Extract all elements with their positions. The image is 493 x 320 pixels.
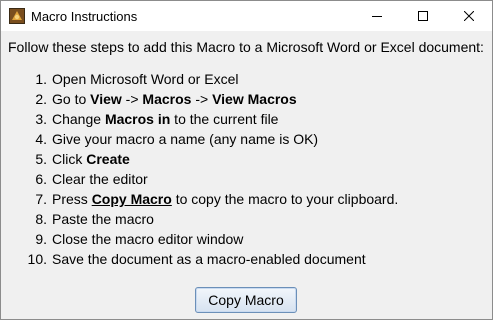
step-number: 4. bbox=[35, 131, 47, 147]
step-text-segment: Press bbox=[52, 191, 92, 207]
step-number: 2. bbox=[35, 91, 47, 107]
step-text-segment: Clear the editor bbox=[52, 171, 148, 187]
title-bar[interactable]: Macro Instructions bbox=[1, 1, 492, 31]
copy-macro-button[interactable]: Copy Macro bbox=[195, 287, 297, 313]
step-emphasis: View bbox=[90, 91, 122, 107]
step-item: 6. Clear the editor bbox=[1, 169, 398, 189]
step-number: 5. bbox=[35, 151, 47, 167]
step-text-segment: to the current file bbox=[170, 111, 279, 127]
step-number: 9. bbox=[35, 231, 47, 247]
step-item: 4. Give your macro a name (any name is OK… bbox=[1, 129, 398, 149]
step-text-segment: Go to bbox=[52, 91, 91, 107]
maximize-button[interactable] bbox=[400, 1, 446, 31]
window-title: Macro Instructions bbox=[31, 8, 138, 24]
step-text: Open Microsoft Word or Excel bbox=[52, 69, 238, 89]
step-text: Change Macros in to the current file bbox=[52, 109, 278, 129]
step-text-segment: Save the document as a macro-enabled doc… bbox=[52, 251, 366, 267]
step-text-segment: Click bbox=[52, 151, 87, 167]
maximize-icon bbox=[418, 11, 428, 21]
step-text-segment: Change bbox=[52, 111, 105, 127]
step-text-segment: -> bbox=[121, 91, 143, 107]
step-text: Clear the editor bbox=[52, 169, 148, 189]
step-item: 3. Change Macros in to the current file bbox=[1, 109, 398, 129]
step-text: Close the macro editor window bbox=[52, 229, 243, 249]
minimize-icon bbox=[372, 16, 382, 17]
step-emphasis-underlined: Copy Macro bbox=[91, 191, 172, 207]
step-item: 2. Go to View -> Macros -> View Macros bbox=[1, 89, 398, 109]
step-number: 7. bbox=[35, 191, 47, 207]
step-text-segment: Open Microsoft Word or Excel bbox=[52, 71, 239, 87]
step-text: Click Create bbox=[52, 149, 130, 169]
step-emphasis: Create bbox=[86, 151, 130, 167]
step-text-segment: Give your macro a name (any name is OK) bbox=[52, 131, 319, 147]
step-number: 3. bbox=[35, 111, 47, 127]
step-text-segment: Paste the macro bbox=[52, 211, 154, 227]
step-text: Go to View -> Macros -> View Macros bbox=[52, 89, 297, 109]
step-text-segment: to copy the macro to your clipboard. bbox=[171, 191, 399, 207]
step-item: 8. Paste the macro bbox=[1, 209, 398, 229]
step-number: 6. bbox=[35, 171, 47, 187]
step-text: Save the document as a macro-enabled doc… bbox=[52, 249, 366, 269]
step-number: 1. bbox=[35, 71, 47, 87]
steps-list: 1. Open Microsoft Word or Excel 2. Go to Vi… bbox=[1, 69, 399, 269]
macro-app-icon bbox=[9, 8, 25, 24]
step-item: 5. Click Create bbox=[1, 149, 398, 169]
close-icon bbox=[464, 11, 474, 21]
step-number: 10. bbox=[27, 251, 47, 267]
step-item: 7. Press Copy Macro to copy the macro to … bbox=[1, 189, 398, 209]
step-text-segment: Close the macro editor window bbox=[52, 231, 244, 247]
intro-text: Follow these steps to add this Macro to … bbox=[8, 39, 484, 55]
step-text: Give your macro a name (any name is OK) bbox=[52, 129, 318, 149]
step-item: 9. Close the macro editor window bbox=[1, 229, 398, 249]
step-emphasis: Macros bbox=[142, 91, 192, 107]
macro-instructions-window: Macro Instructions Follow these steps to… bbox=[0, 0, 493, 320]
step-text-segment: -> bbox=[191, 91, 213, 107]
step-text: Press Copy Macro to copy the macro to yo… bbox=[52, 189, 398, 209]
step-number: 8. bbox=[35, 211, 47, 227]
step-item: 1. Open Microsoft Word or Excel bbox=[1, 69, 398, 89]
step-text: Paste the macro bbox=[52, 209, 154, 229]
minimize-button[interactable] bbox=[354, 1, 400, 31]
step-emphasis: View Macros bbox=[212, 91, 297, 107]
close-button[interactable] bbox=[446, 1, 492, 31]
step-item: 10. Save the document as a macro-enabled … bbox=[1, 249, 398, 269]
dialog-content: Follow these steps to add this Macro to … bbox=[1, 31, 492, 319]
step-emphasis: Macros in bbox=[104, 111, 171, 127]
